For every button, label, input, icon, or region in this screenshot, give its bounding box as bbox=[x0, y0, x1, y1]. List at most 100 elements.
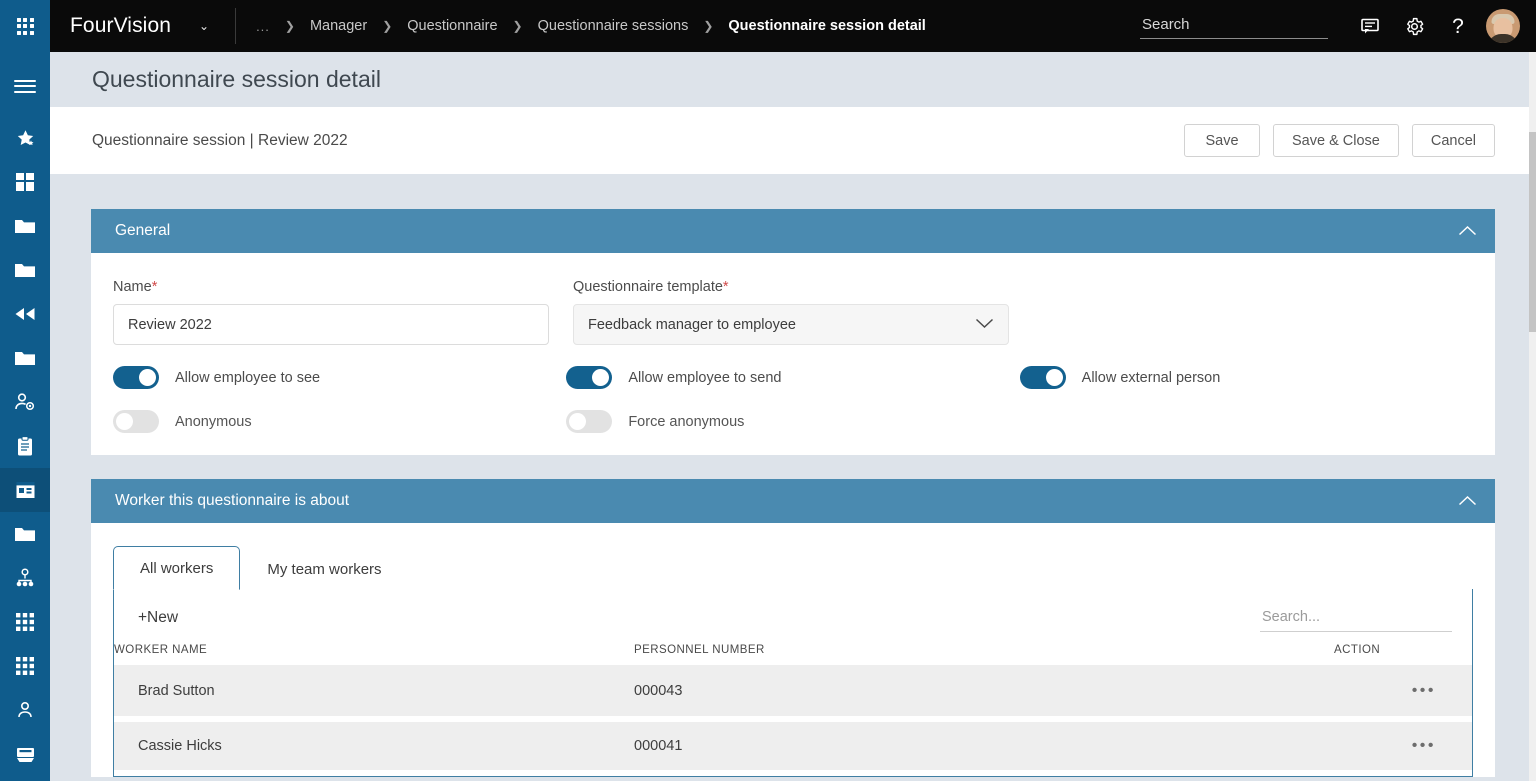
breadcrumb: ... ❯ Manager ❯ Questionnaire ❯ Question… bbox=[254, 18, 928, 34]
toggle-allow-employee-to-send-group: Allow employee to send bbox=[566, 366, 1019, 389]
table-row[interactable]: Cassie Hicks 000041 ••• bbox=[114, 719, 1472, 773]
breadcrumb-separator-icon: ❯ bbox=[369, 19, 405, 33]
worker-tabs: All workers My team workers bbox=[113, 545, 1473, 589]
divider bbox=[235, 8, 236, 44]
toggle-allow-employee-to-see-label: Allow employee to see bbox=[175, 370, 320, 386]
sidebar-item-questionnaire[interactable] bbox=[0, 468, 50, 512]
toggle-allow-employee-to-see[interactable] bbox=[113, 366, 159, 389]
chevron-up-icon[interactable] bbox=[1439, 479, 1495, 523]
help-glyph: ? bbox=[1452, 16, 1464, 37]
payroll-icon[interactable] bbox=[0, 732, 50, 776]
save-button[interactable]: Save bbox=[1184, 124, 1260, 157]
chevron-down-icon[interactable]: ⌄ bbox=[199, 19, 209, 33]
vertical-scrollbar[interactable] bbox=[1529, 52, 1536, 781]
breadcrumb-item-questionnaire[interactable]: Questionnaire bbox=[405, 18, 499, 34]
questionnaire-template-label: Questionnaire template* bbox=[573, 279, 1033, 295]
worker-grid-toolbar: +New bbox=[114, 589, 1472, 632]
gear-icon[interactable] bbox=[1392, 0, 1436, 52]
feedback-icon[interactable] bbox=[1348, 0, 1392, 52]
questionnaire-template-select[interactable]: Feedback manager to employee bbox=[573, 304, 1009, 345]
toggle-anonymous[interactable] bbox=[113, 410, 159, 433]
toggle-allow-external-person[interactable] bbox=[1020, 366, 1066, 389]
star-icon[interactable] bbox=[0, 116, 50, 160]
toggle-allow-external-person-group: Allow external person bbox=[1020, 366, 1473, 389]
dashboard-icon[interactable] bbox=[0, 160, 50, 204]
help-icon[interactable]: ? bbox=[1436, 0, 1480, 52]
worker-table-body: Brad Sutton 000043 ••• Cassie Hicks 0000… bbox=[114, 665, 1472, 773]
folder-icon[interactable] bbox=[0, 336, 50, 380]
app-root: FourVision ⌄ ... ❯ Manager ❯ Questionnai… bbox=[0, 0, 1536, 781]
worker-tabs-wrap: All workers My team workers +New WORKER … bbox=[91, 523, 1495, 777]
chevron-up-icon[interactable] bbox=[1439, 209, 1495, 253]
app-launcher-icon[interactable] bbox=[0, 0, 50, 52]
action-button-group: Save Save & Close Cancel bbox=[1184, 124, 1536, 157]
toggle-knob bbox=[139, 369, 156, 386]
topbar-right-group: ? bbox=[1140, 0, 1536, 52]
folder-icon[interactable] bbox=[0, 512, 50, 556]
toggle-row-1: Allow employee to see Allow employee to … bbox=[91, 366, 1495, 389]
cell-personnel-number: 000041 bbox=[634, 719, 1334, 773]
toggle-row-2-spacer bbox=[1020, 410, 1473, 433]
rewind-icon[interactable] bbox=[0, 292, 50, 336]
name-field-group: Name* bbox=[113, 279, 573, 345]
record-title: Questionnaire session | Review 2022 bbox=[50, 132, 348, 150]
breadcrumb-separator-icon: ❯ bbox=[500, 19, 536, 33]
questionnaire-template-group: Questionnaire template* Feedback manager… bbox=[573, 279, 1033, 345]
toggle-anonymous-group: Anonymous bbox=[113, 410, 566, 433]
name-label-text: Name bbox=[113, 279, 152, 295]
search-input[interactable] bbox=[1140, 13, 1328, 39]
breadcrumb-overflow[interactable]: ... bbox=[254, 19, 272, 34]
toggle-knob bbox=[592, 369, 609, 386]
toggle-allow-employee-to-see-group: Allow employee to see bbox=[113, 366, 566, 389]
avatar-body bbox=[1488, 34, 1518, 43]
scrollbar-thumb[interactable] bbox=[1529, 132, 1536, 332]
cancel-button[interactable]: Cancel bbox=[1412, 124, 1495, 157]
required-marker: * bbox=[723, 279, 729, 295]
toggle-force-anonymous[interactable] bbox=[566, 410, 612, 433]
general-field-row: Name* Questionnaire template* Feedback m… bbox=[91, 279, 1495, 345]
hamburger-icon[interactable] bbox=[0, 64, 50, 108]
general-section-header: General bbox=[91, 209, 1495, 253]
tab-my-team-workers[interactable]: My team workers bbox=[240, 547, 408, 590]
toggle-anonymous-label: Anonymous bbox=[175, 414, 252, 430]
breadcrumb-item-manager[interactable]: Manager bbox=[308, 18, 369, 34]
toggle-allow-employee-to-send-label: Allow employee to send bbox=[628, 370, 781, 386]
worker-grid-search-input[interactable] bbox=[1260, 607, 1452, 632]
breadcrumb-item-current: Questionnaire session detail bbox=[726, 18, 927, 34]
template-label-text: Questionnaire template bbox=[573, 279, 723, 295]
new-worker-button[interactable]: +New bbox=[134, 607, 182, 629]
folder-icon[interactable] bbox=[0, 248, 50, 292]
required-marker: * bbox=[152, 279, 158, 295]
avatar[interactable] bbox=[1486, 9, 1520, 43]
cell-action: ••• bbox=[1334, 665, 1472, 719]
column-header-action: ACTION bbox=[1334, 644, 1472, 665]
left-navigation-rail bbox=[0, 52, 50, 781]
page-title: Questionnaire session detail bbox=[50, 66, 381, 93]
cell-personnel-number: 000043 bbox=[634, 665, 1334, 719]
chevron-down-icon bbox=[975, 317, 994, 333]
toggle-knob bbox=[569, 413, 586, 430]
hamburger-glyph bbox=[14, 76, 36, 96]
row-actions-icon[interactable]: ••• bbox=[1412, 737, 1436, 754]
grid-icon[interactable] bbox=[0, 600, 50, 644]
grid-icon[interactable] bbox=[0, 644, 50, 688]
questionnaire-template-value: Feedback manager to employee bbox=[588, 317, 796, 333]
table-row[interactable]: Brad Sutton 000043 ••• bbox=[114, 665, 1472, 719]
org-chart-icon[interactable] bbox=[0, 556, 50, 600]
global-search bbox=[1140, 13, 1328, 39]
toggle-knob bbox=[1046, 369, 1063, 386]
breadcrumb-item-questionnaire-sessions[interactable]: Questionnaire sessions bbox=[536, 18, 691, 34]
row-actions-icon[interactable]: ••• bbox=[1412, 682, 1436, 699]
clipboard-icon[interactable] bbox=[0, 424, 50, 468]
cell-action: ••• bbox=[1334, 719, 1472, 773]
tab-all-workers[interactable]: All workers bbox=[113, 546, 240, 590]
folder-icon[interactable] bbox=[0, 204, 50, 248]
record-action-bar: Questionnaire session | Review 2022 Save… bbox=[50, 107, 1536, 174]
name-input[interactable] bbox=[113, 304, 549, 345]
cell-worker-name: Brad Sutton bbox=[114, 665, 634, 719]
cell-worker-name: Cassie Hicks bbox=[114, 719, 634, 773]
toggle-allow-employee-to-send[interactable] bbox=[566, 366, 612, 389]
person-gear-icon[interactable] bbox=[0, 380, 50, 424]
user-badge-icon[interactable] bbox=[0, 688, 50, 732]
save-and-close-button[interactable]: Save & Close bbox=[1273, 124, 1399, 157]
